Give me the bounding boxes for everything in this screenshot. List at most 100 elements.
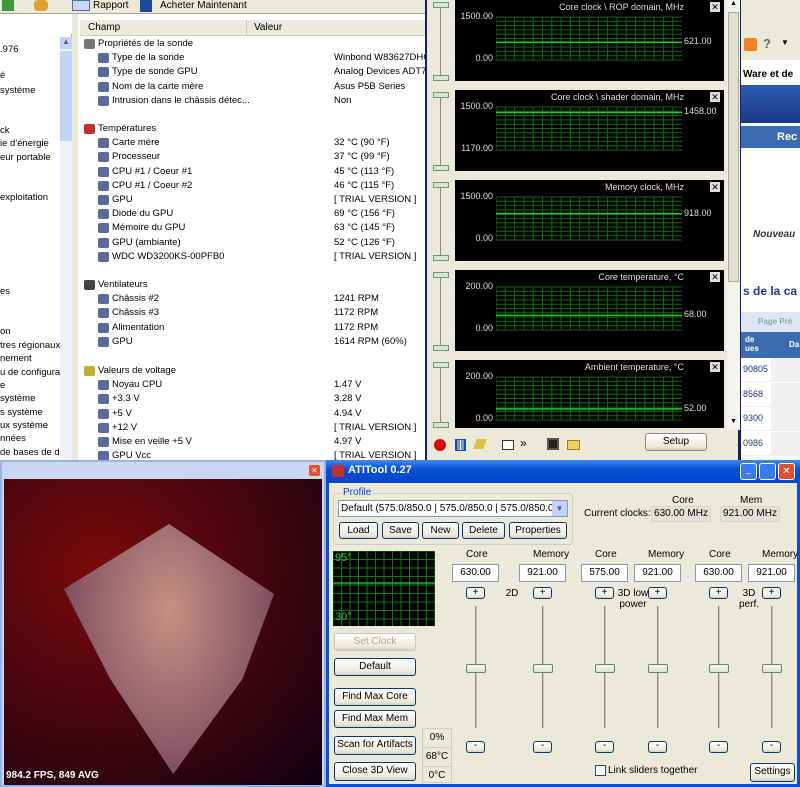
close-graph-icon[interactable]: ✕ [710,272,720,282]
delete-button[interactable]: Delete [462,522,505,539]
memory-increase-button[interactable]: + [533,587,552,599]
memory-slider-thumb[interactable] [648,664,668,673]
sensor-row[interactable]: Mémoire du GPU 63 °C (145 °F) [80,221,425,235]
settings-button[interactable]: Settings [750,763,795,782]
sensor-row[interactable]: GPU (ambiante) 52 °C (126 °F) [80,236,425,250]
memory-clock-input[interactable]: 921.00 [748,564,795,582]
graph-range-handle[interactable] [433,75,449,81]
sensor-row[interactable]: WDC WD3200KS-00PFB0 [ TRIAL VERSION ] [80,250,425,264]
link-sliders-checkbox[interactable] [595,765,606,776]
scroll-up-icon[interactable]: ▲ [60,37,72,49]
refresh-icon[interactable] [2,0,14,11]
graph-range-handle[interactable] [433,182,449,188]
sensor-row[interactable]: Processeur 37 °C (99 °F) [80,150,425,164]
graph-range-handle[interactable] [433,272,449,278]
core-slider-thumb[interactable] [466,664,486,673]
core-decrease-button[interactable]: - [595,741,614,753]
close-graph-icon[interactable]: ✕ [710,2,720,12]
scroll-down-icon[interactable]: ▼ [727,418,740,428]
record-icon[interactable] [434,439,446,451]
users-icon[interactable] [34,0,48,11]
memory-increase-button[interactable]: + [648,587,667,599]
new-button[interactable]: New [422,522,459,539]
pause-icon[interactable] [455,439,466,451]
sensor-row[interactable]: GPU [ TRIAL VERSION ] [80,193,425,207]
sensor-group[interactable]: Ventilateurs [80,278,425,292]
tree-item[interactable]: es [0,286,10,297]
core-decrease-button[interactable]: - [709,741,728,753]
sensor-group[interactable]: Valeurs de voltage [80,364,425,378]
graph-range-handle[interactable] [433,92,449,98]
properties-button[interactable]: Properties [509,522,567,539]
clear-icon[interactable] [473,439,487,449]
close-graph-icon[interactable]: ✕ [710,362,720,372]
core-slider-thumb[interactable] [595,664,615,673]
tree-item[interactable]: e [0,380,5,391]
close-graph-icon[interactable]: ✕ [710,182,720,192]
tree-item[interactable]: système [0,393,35,404]
load-button[interactable]: Load [339,522,378,539]
tree-item[interactable]: nnées [0,433,26,444]
graph-range-handle[interactable] [433,345,449,351]
tree-item[interactable]: u de configura [0,367,60,378]
core-clock-input[interactable]: 630.00 [452,564,499,582]
core-increase-button[interactable]: + [595,587,614,599]
graph-range-handle[interactable] [433,362,449,368]
monitor-scrollbar[interactable]: ▲ ▼ [727,0,740,430]
tree-item[interactable]: on [0,326,11,337]
sensor-row[interactable]: Nom de la carte mère Asus P5B Series [80,80,425,94]
close-icon[interactable]: ✕ [309,465,320,476]
sensor-group[interactable]: Températures [80,122,425,136]
sensor-row[interactable]: Alimentation 1172 RPM [80,321,425,335]
profile-select[interactable]: Default (575.0/850.0 | 575.0/850.0 | 575… [338,500,568,517]
sensor-row[interactable]: CPU #1 / Coeur #2 46 °C (115 °F) [80,179,425,193]
graph-range-handle[interactable] [433,2,449,8]
memory-clock-input[interactable]: 921.00 [519,564,566,582]
tree-item[interactable]: tres régionaux [0,340,60,351]
sensor-row[interactable]: CPU #1 / Coeur #1 45 °C (113 °F) [80,165,425,179]
sensor-row[interactable]: Diode du GPU 69 °C (156 °F) [80,207,425,221]
memory-decrease-button[interactable]: - [533,741,552,753]
memory-decrease-button[interactable]: - [762,741,781,753]
sensor-row[interactable]: +5 V 4.94 V [80,407,425,421]
maximize-button[interactable] [759,463,776,480]
sensor-row[interactable]: +3.3 V 3.28 V [80,392,425,406]
monitor-scroll-thumb[interactable] [728,12,739,282]
sensor-group[interactable]: Propriétés de la sonde [80,37,425,51]
tree-item[interactable]: é [0,70,5,81]
save-button[interactable]: Save [382,522,419,539]
graph-range-handle[interactable] [433,165,449,171]
sensor-row[interactable]: +12 V [ TRIAL VERSION ] [80,421,425,435]
core-increase-button[interactable]: + [466,587,485,599]
sensor-row[interactable]: Noyau CPU 1.47 V [80,378,425,392]
tree-item[interactable]: nement [0,353,32,364]
page-prev-link[interactable]: Page Pré [758,317,792,326]
close-graph-icon[interactable]: ✕ [710,92,720,102]
table-row[interactable]: 90805 [741,358,800,382]
tree-scrollbar[interactable]: ▲ [60,37,72,460]
scan-artifacts-button[interactable]: Scan for Artifacts [334,736,416,755]
memory-slider-thumb[interactable] [762,664,782,673]
set-clock-button[interactable]: Set Clock [334,633,416,651]
tree-item[interactable]: système [0,85,35,96]
sensor-row[interactable]: GPU 1614 RPM (60%) [80,335,425,349]
memory-decrease-button[interactable]: - [648,741,667,753]
tree-item[interactable]: exploitation [0,192,48,203]
sensor-row[interactable]: Mise en veille +5 V 4.97 V [80,435,425,449]
splitter[interactable] [72,14,78,460]
link-sliders-label[interactable]: Link sliders together [608,765,698,776]
tree-scroll-thumb[interactable] [60,51,72,141]
sensor-row[interactable]: Intrusion dans le châssis détec... Non [80,94,425,108]
save-icon[interactable] [547,438,559,450]
tree-item[interactable]: ux système [0,420,48,431]
memory-slider-thumb[interactable] [533,664,553,673]
tree-item[interactable]: eur portable [0,152,51,163]
find-max-mem-button[interactable]: Find Max Mem [334,710,416,728]
sensor-row[interactable]: Type de la sonde Winbond W83627DHG (ISA 2… [80,51,478,65]
graph-range-handle[interactable] [433,422,449,428]
tree-item[interactable]: .976 [0,44,19,55]
default-button[interactable]: Default [334,658,416,676]
tree-item[interactable]: de bases de d [0,447,60,458]
core-slider-thumb[interactable] [709,664,729,673]
tree-item[interactable]: ck [0,125,10,136]
